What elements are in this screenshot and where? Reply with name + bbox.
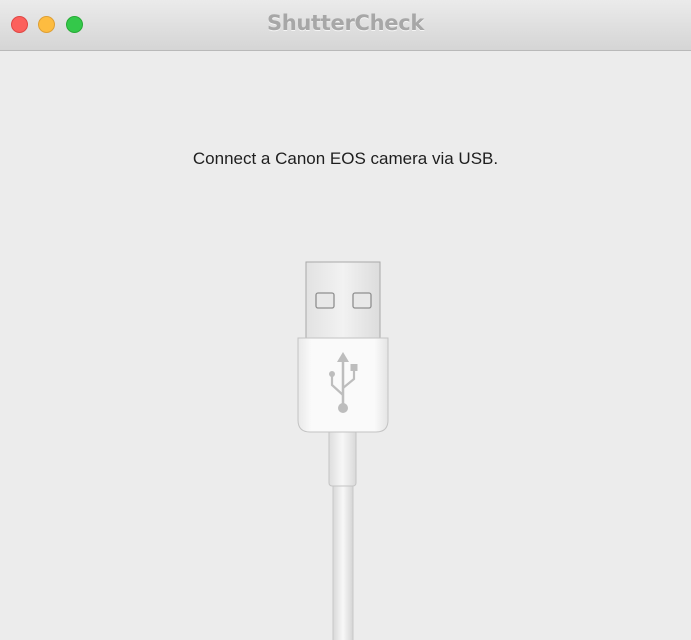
usb-cable	[332, 483, 354, 640]
usb-plug-metal	[305, 261, 381, 341]
usb-cable-neck	[328, 429, 357, 487]
usb-cable-icon	[297, 261, 389, 640]
app-window: ShutterCheck Connect a Canon EOS camera …	[0, 0, 691, 640]
